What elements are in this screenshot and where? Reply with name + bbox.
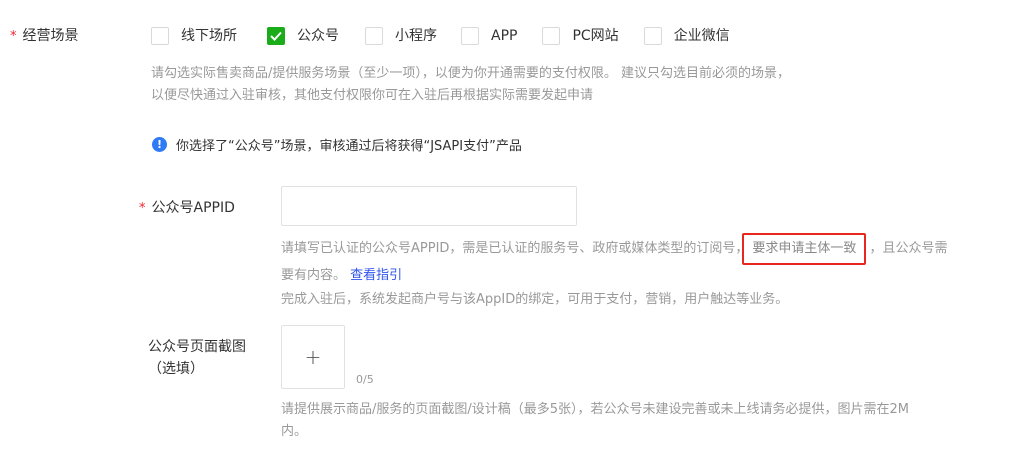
checkbox-box-checked[interactable] [267, 27, 285, 45]
checkbox-offline[interactable]: 线下场所 [151, 26, 237, 46]
appid-input[interactable] [281, 186, 577, 226]
info-icon: ! [152, 136, 167, 152]
checkbox-label: PC网站 [572, 28, 619, 44]
checkbox-box[interactable] [542, 27, 561, 45]
checkbox-label: 企业微信 [673, 28, 730, 44]
business-scene-label-row: * 经营场景 [10, 25, 79, 47]
checkbox-mini-program[interactable]: 小程序 [365, 26, 437, 46]
checkbox-app[interactable]: APP [461, 26, 517, 46]
checkbox-box[interactable] [643, 27, 662, 45]
checkbox-label: 线下场所 [181, 28, 237, 44]
checkbox-official-account[interactable]: 公众号 [267, 26, 339, 46]
screenshot-help: 请提供展示商品/服务的页面截图/设计稿（最多5张），若公众号未建设完善或未上线请… [281, 399, 971, 443]
check-icon [270, 31, 282, 41]
help-text: 要有内容。 [281, 268, 347, 283]
help-line: 请勾选实际售卖商品/提供服务场景（至少一项），以便为你开通需要的支付权限。 建议… [151, 66, 791, 81]
business-scene-options: 线下场所 公众号 小程序 APP PC网站 企业微信 [151, 25, 730, 47]
appid-help: 请填写已认证的公众号APPID，需是已认证的服务号、政府或媒体类型的订阅号， 要求… [281, 233, 991, 311]
checkbox-label: 公众号 [297, 28, 339, 44]
appid-label: 公众号APPID [151, 200, 235, 216]
appid-help-line1: 请填写已认证的公众号APPID，需是已认证的服务号、政府或媒体类型的订阅号， 要求… [281, 233, 991, 265]
required-mark: * [10, 29, 17, 44]
highlight-box: 要求申请主体一致 [742, 233, 867, 265]
appid-help-line2: 要有内容。 查看指引 [281, 265, 991, 287]
checkbox-box[interactable] [365, 27, 383, 45]
screenshot-label: 公众号页面截图 （选填） [148, 337, 246, 379]
help-line: 内。 [281, 424, 308, 439]
business-scene-label: 经营场景 [22, 28, 79, 44]
upload-button[interactable]: + [281, 325, 345, 389]
help-text: ，且公众号需 [869, 241, 948, 256]
view-guide-link[interactable]: 查看指引 [350, 268, 402, 283]
appid-help-line3: 完成入驻后，系统发起商户号与该AppID的绑定，可用于支付，营销，用户触达等业务… [281, 292, 789, 307]
checkbox-box[interactable] [461, 27, 479, 45]
help-line: 以便尽快通过入驻审核，其他支付权限你可在入驻后再根据实际需要发起申请 [151, 88, 594, 103]
screenshot-label-line2: （选填） [148, 361, 204, 377]
checkbox-label: 小程序 [395, 28, 437, 44]
help-text: 请填写已认证的公众号APPID，需是已认证的服务号、政府或媒体类型的订阅号， [281, 241, 749, 256]
checkbox-box[interactable] [151, 27, 169, 45]
screenshot-label-line1: 公众号页面截图 [148, 339, 246, 355]
checkbox-pc-website[interactable]: PC网站 [542, 26, 619, 46]
checkbox-label: APP [491, 28, 518, 44]
required-mark: * [139, 201, 146, 216]
business-scene-help: 请勾选实际售卖商品/提供服务场景（至少一项），以便为你开通需要的支付权限。 建议… [151, 63, 871, 107]
appid-label-row: * 公众号APPID [139, 197, 235, 219]
scene-notice: ! 你选择了“公众号”场景，审核通过后将获得“JSAPI支付”产品 [152, 134, 522, 154]
notice-text: 你选择了“公众号”场景，审核通过后将获得“JSAPI支付”产品 [176, 138, 522, 154]
upload-count: 0/5 [356, 373, 374, 386]
plus-icon: + [304, 345, 322, 369]
checkbox-wecom[interactable]: 企业微信 [643, 26, 730, 46]
help-line: 请提供展示商品/服务的页面截图/设计稿（最多5张），若公众号未建设完善或未上线请… [281, 402, 910, 417]
